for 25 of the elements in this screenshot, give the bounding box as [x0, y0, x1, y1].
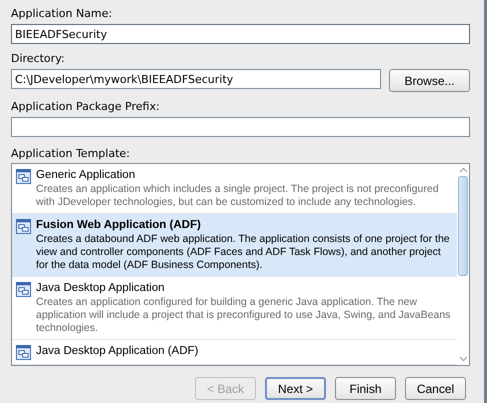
- field-label: Application Package Prefix:: [11, 100, 161, 113]
- field-label: Application Template:: [11, 147, 131, 160]
- template-title: Fusion Web Application (ADF): [36, 218, 202, 233]
- dialog-button[interactable]: Cancel: [405, 377, 466, 400]
- field-label: Directory:: [11, 52, 66, 65]
- window-icon: [16, 282, 31, 297]
- template-description: Creates a databound ADF web application. The application consists of one project for the view and controller components (ADF Faces and ADF Task Flows), and another project for the data model (ADF Business Components).: [36, 233, 451, 272]
- text-field[interactable]: C:\JDeveloper\mywork\BIEEADFSecurity: [11, 69, 381, 89]
- browse-button[interactable]: Browse...: [389, 69, 470, 92]
- text-field[interactable]: [11, 117, 470, 137]
- template-description: Creates an application which includes a single project. The project is not preconfigured with JDeveloper technologies, but can be customized to include any technologies.: [36, 183, 440, 209]
- template-description: Creates an application configured for building a generic Java application. The new application will include a project that is preconfigured to use Java, Swing, and JavaBeans technologies.: [36, 296, 452, 335]
- template-item[interactable]: Java Desktop Application (ADF): [12, 340, 457, 365]
- field-label: Application Name:: [11, 7, 114, 20]
- template-title: Generic Application: [36, 168, 136, 183]
- text-field[interactable]: BIEEADFSecurity: [11, 24, 470, 44]
- template-title: Java Desktop Application: [36, 281, 166, 296]
- dialog-button[interactable]: Next >: [265, 377, 326, 400]
- template-item[interactable]: [12, 214, 457, 277]
- window-icon: [16, 169, 31, 184]
- scrollbar-thumb[interactable]: [458, 176, 468, 276]
- window-icon: [16, 345, 31, 360]
- dialog-button[interactable]: Finish: [335, 377, 396, 400]
- window-icon: [16, 219, 31, 234]
- template-title: Java Desktop Application (ADF): [36, 344, 198, 359]
